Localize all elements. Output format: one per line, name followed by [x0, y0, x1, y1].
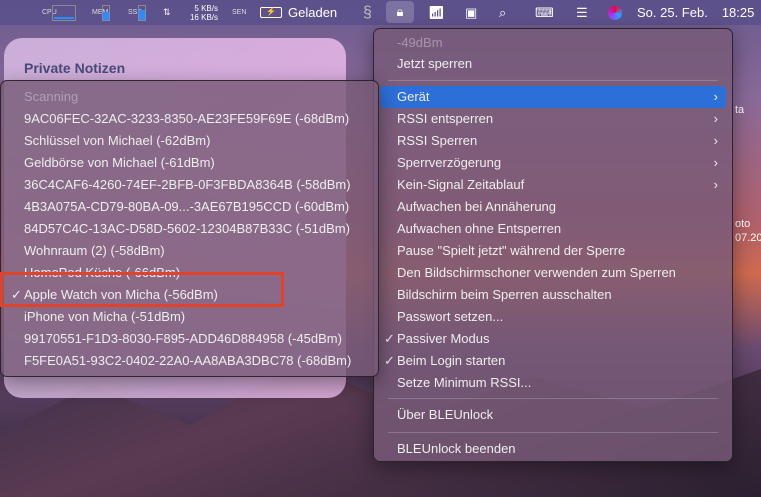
chevron-right-icon: › — [713, 155, 718, 170]
background-text: ta — [735, 104, 745, 116]
menu-bar: CPU MEM SSD ⇅ 5 KB/s 16 KB/s SEN ⚡ Gelad… — [0, 0, 761, 25]
date: So. 25. Feb. — [637, 5, 708, 20]
menu-item-about[interactable]: Über BLEUnlock — [380, 404, 726, 426]
menu-item-label: F5FE0A51-93C2-0402-22A0-AA8ABA3DBC78 (-6… — [24, 353, 352, 368]
separator — [388, 432, 718, 433]
menu-item-label: Geldbörse von Michael (-61dBm) — [24, 155, 215, 170]
menu-item[interactable]: RSSI Sperren › — [380, 130, 726, 152]
net-up: 5 KB/s — [194, 3, 218, 13]
rssi-readout: -49dBm — [397, 35, 443, 50]
menu-item-quit[interactable]: BLEUnlock beenden — [380, 438, 726, 460]
device-item[interactable]: Geldbörse von Michael (-61dBm) — [7, 152, 372, 174]
control-center-icon[interactable]: ☰ — [576, 0, 588, 25]
wifi-icon[interactable]: 📶︎ — [428, 0, 445, 25]
network-monitor[interactable]: 5 KB/s 16 KB/s — [184, 0, 218, 25]
chevron-right-icon: › — [713, 111, 718, 126]
chevron-right-icon: › — [713, 89, 718, 104]
menu-item[interactable]: Den Bildschirmschoner verwenden zum Sper… — [380, 262, 726, 284]
device-item[interactable]: 99170551-F1D3-8030-F895-ADD46D884958 (-4… — [7, 328, 372, 350]
menu-item-label: Bildschirm beim Sperren ausschalten — [397, 287, 612, 302]
menu-item-label: Aufwachen ohne Entsperren — [397, 221, 562, 236]
menu-item-label: Setze Minimum RSSI... — [397, 375, 532, 390]
cpu-monitor[interactable]: CPU — [42, 0, 76, 25]
menu-item-label: Passiver Modus — [397, 331, 490, 346]
checkmark-icon: ✓ — [384, 331, 395, 346]
menu-item-label: RSSI Sperren — [397, 133, 478, 148]
menu-item-label: Den Bildschirmschoner verwenden zum Sper… — [397, 265, 676, 280]
menu-item[interactable]: Setze Minimum RSSI... — [380, 372, 726, 394]
separator — [388, 398, 718, 399]
app-icon[interactable]: § — [363, 0, 372, 25]
disk-icon[interactable]: ▣ — [465, 0, 477, 25]
chevron-right-icon: › — [713, 177, 718, 192]
checkmark-icon: ✓ — [384, 353, 395, 368]
menu-item-label: Gerät — [397, 89, 430, 104]
cpu-label: CPU — [42, 9, 57, 16]
menu-item-label: 36C4CAF6-4260-74EF-2BFB-0F3FBDA8364B (-5… — [24, 177, 351, 192]
device-item: Scanning — [7, 86, 372, 108]
sensors-label[interactable]: SEN — [232, 9, 246, 16]
device-item[interactable]: F5FE0A51-93C2-0402-22A0-AA8ABA3DBC78 (-6… — [7, 350, 372, 372]
battery-status[interactable]: ⚡ Geladen — [260, 0, 337, 25]
menu-item-label: Schlüssel von Michael (-62dBm) — [24, 133, 211, 148]
background-text: 07.20 — [735, 232, 761, 244]
menu-item-label: Aufwachen bei Annäherung — [397, 199, 557, 214]
menu-item-label: 99170551-F1D3-8030-F895-ADD46D884958 (-4… — [24, 331, 342, 346]
device-item[interactable]: iPhone von Micha (-51dBm) — [7, 306, 372, 328]
menu-item-label: Scanning — [24, 89, 79, 104]
menu-item-label: RSSI entsperren — [397, 111, 494, 126]
menu-item[interactable]: Gerät › — [380, 86, 726, 108]
menu-item[interactable]: ✓ Beim Login starten — [380, 350, 726, 372]
siri-icon[interactable] — [608, 0, 622, 25]
menu-item-lock-now[interactable]: Jetzt sperren — [380, 53, 726, 75]
menu-item[interactable]: Bildschirm beim Sperren ausschalten — [380, 284, 726, 306]
chevron-right-icon: › — [713, 133, 718, 148]
menu-item[interactable]: ✓ Passiver Modus — [380, 328, 726, 350]
device-item[interactable]: Wohnraum (2) (-58dBm) — [7, 240, 372, 262]
menu-item[interactable]: Kein-Signal Zeitablauf › — [380, 174, 726, 196]
menu-item-label: 84D57C4C-13AC-D58D-5602-12304B87B33C (-5… — [24, 221, 350, 236]
memory-monitor[interactable]: MEM — [92, 0, 110, 25]
device-submenu: Scanning 9AC06FEC-32AC-3233-8350-AE23FE59… — [0, 80, 379, 377]
net-down: 16 KB/s — [189, 12, 218, 22]
search-icon[interactable]: ⌕ — [499, 0, 506, 25]
menu-item-label: 4B3A075A-CD79-80BA-09...-3AE67B195CCD (-… — [24, 199, 350, 214]
menu-item-label: iPhone von Micha (-51dBm) — [24, 309, 186, 324]
network-arrows-icon: ⇅ — [163, 7, 171, 17]
device-item[interactable]: 9AC06FEC-32AC-3233-8350-AE23FE59F69E (-6… — [7, 108, 372, 130]
ssd-monitor[interactable]: SSD — [128, 0, 146, 25]
menu-item[interactable]: RSSI entsperren › — [380, 108, 726, 130]
date-time[interactable]: So. 25. Feb. 18:25 — [637, 0, 754, 25]
menu-item-label: Sperrverzögerung — [397, 155, 502, 170]
widget-title: Private Notizen — [24, 60, 126, 76]
menu-item-label: 9AC06FEC-32AC-3233-8350-AE23FE59F69E (-6… — [24, 111, 350, 126]
battery-label: Geladen — [288, 5, 338, 20]
time: 18:25 — [721, 5, 755, 20]
bleunlock-menu: -49dBm Jetzt sperren Gerät › RSSI entsperr… — [373, 28, 733, 462]
menu-item-label: Passwort setzen... — [397, 309, 504, 324]
mem-label: MEM — [92, 9, 109, 16]
menu-item-label: Pause "Spielt jetzt" während der Sperre — [397, 243, 626, 258]
device-item[interactable]: 4B3A075A-CD79-80BA-09...-3AE67B195CCD (-… — [7, 196, 372, 218]
device-item[interactable]: Schlüssel von Michael (-62dBm) — [7, 130, 372, 152]
menu-item-label: Wohnraum (2) (-58dBm) — [24, 243, 165, 258]
ssd-label: SSD — [128, 9, 143, 16]
keyboard-icon[interactable]: ⌨ — [535, 0, 554, 25]
background-text: oto — [735, 218, 751, 230]
menu-item-label: Beim Login starten — [397, 353, 506, 368]
lock-icon[interactable]: 🔒︎ — [386, 1, 414, 23]
battery-plug-icon: ⚡ — [260, 7, 282, 18]
separator — [388, 80, 718, 81]
menu-item[interactable]: Pause "Spielt jetzt" während der Sperre — [380, 240, 726, 262]
device-item[interactable]: 36C4CAF6-4260-74EF-2BFB-0F3FBDA8364B (-5… — [7, 174, 372, 196]
menu-item-label: Kein-Signal Zeitablauf — [397, 177, 525, 192]
menu-item[interactable]: Sperrverzögerung › — [380, 152, 726, 174]
device-item[interactable]: 84D57C4C-13AC-D58D-5602-12304B87B33C (-5… — [7, 218, 372, 240]
menu-item[interactable]: Passwort setzen... — [380, 306, 726, 328]
menu-item[interactable]: Aufwachen bei Annäherung — [380, 196, 726, 218]
menu-item[interactable]: Aufwachen ohne Entsperren — [380, 218, 726, 240]
annotation-highlight-box — [0, 272, 284, 307]
